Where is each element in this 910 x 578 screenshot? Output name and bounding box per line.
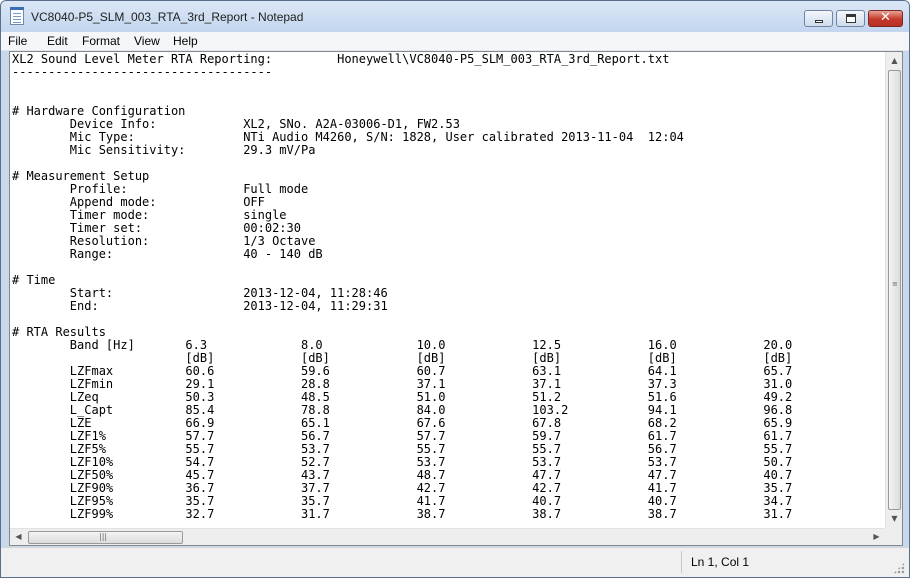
horizontal-scrollbar[interactable]: ◀ ||| ▶: [10, 528, 885, 545]
scroll-right-icon[interactable]: ▶: [868, 532, 885, 541]
scroll-down-icon[interactable]: ▼: [886, 514, 903, 523]
notepad-icon[interactable]: [10, 7, 24, 25]
menu-file[interactable]: File: [8, 34, 27, 48]
scroll-left-icon[interactable]: ◀: [10, 532, 27, 541]
scrollbar-corner: [885, 528, 902, 545]
text-area[interactable]: XL2 Sound Level Meter RTA Reporting: Hon…: [10, 52, 885, 528]
menu-bar: File Edit Format View Help: [1, 32, 909, 51]
notepad-window: VC8040-P5_SLM_003_RTA_3rd_Report - Notep…: [0, 0, 910, 578]
scroll-up-icon[interactable]: ▲: [886, 56, 903, 65]
minimize-button[interactable]: [804, 10, 833, 27]
grip-icon: ≡: [892, 280, 898, 288]
grip-icon: |||: [99, 532, 108, 541]
menu-help[interactable]: Help: [173, 34, 198, 48]
close-icon: ✕: [880, 10, 891, 25]
window-title: VC8040-P5_SLM_003_RTA_3rd_Report - Notep…: [31, 10, 304, 24]
menu-format[interactable]: Format: [82, 34, 120, 48]
horizontal-scroll-thumb[interactable]: |||: [28, 531, 183, 544]
menu-edit[interactable]: Edit: [47, 34, 68, 48]
menu-view[interactable]: View: [134, 34, 160, 48]
vertical-scroll-thumb[interactable]: ≡: [888, 70, 901, 510]
status-bar: Ln 1, Col 1: [1, 547, 909, 577]
maximize-icon: [846, 14, 856, 23]
cursor-position: Ln 1, Col 1: [691, 555, 750, 569]
close-button[interactable]: ✕: [868, 10, 903, 27]
document-text: XL2 Sound Level Meter RTA Reporting: Hon…: [12, 52, 793, 521]
minimize-icon: [815, 20, 823, 23]
editor: XL2 Sound Level Meter RTA Reporting: Hon…: [9, 51, 903, 546]
status-divider: [681, 551, 682, 573]
title-bar[interactable]: VC8040-P5_SLM_003_RTA_3rd_Report - Notep…: [1, 1, 909, 32]
resize-grip-icon[interactable]: [893, 562, 905, 574]
maximize-button[interactable]: [836, 10, 865, 27]
vertical-scrollbar[interactable]: ▲ ≡ ▼: [885, 52, 902, 528]
